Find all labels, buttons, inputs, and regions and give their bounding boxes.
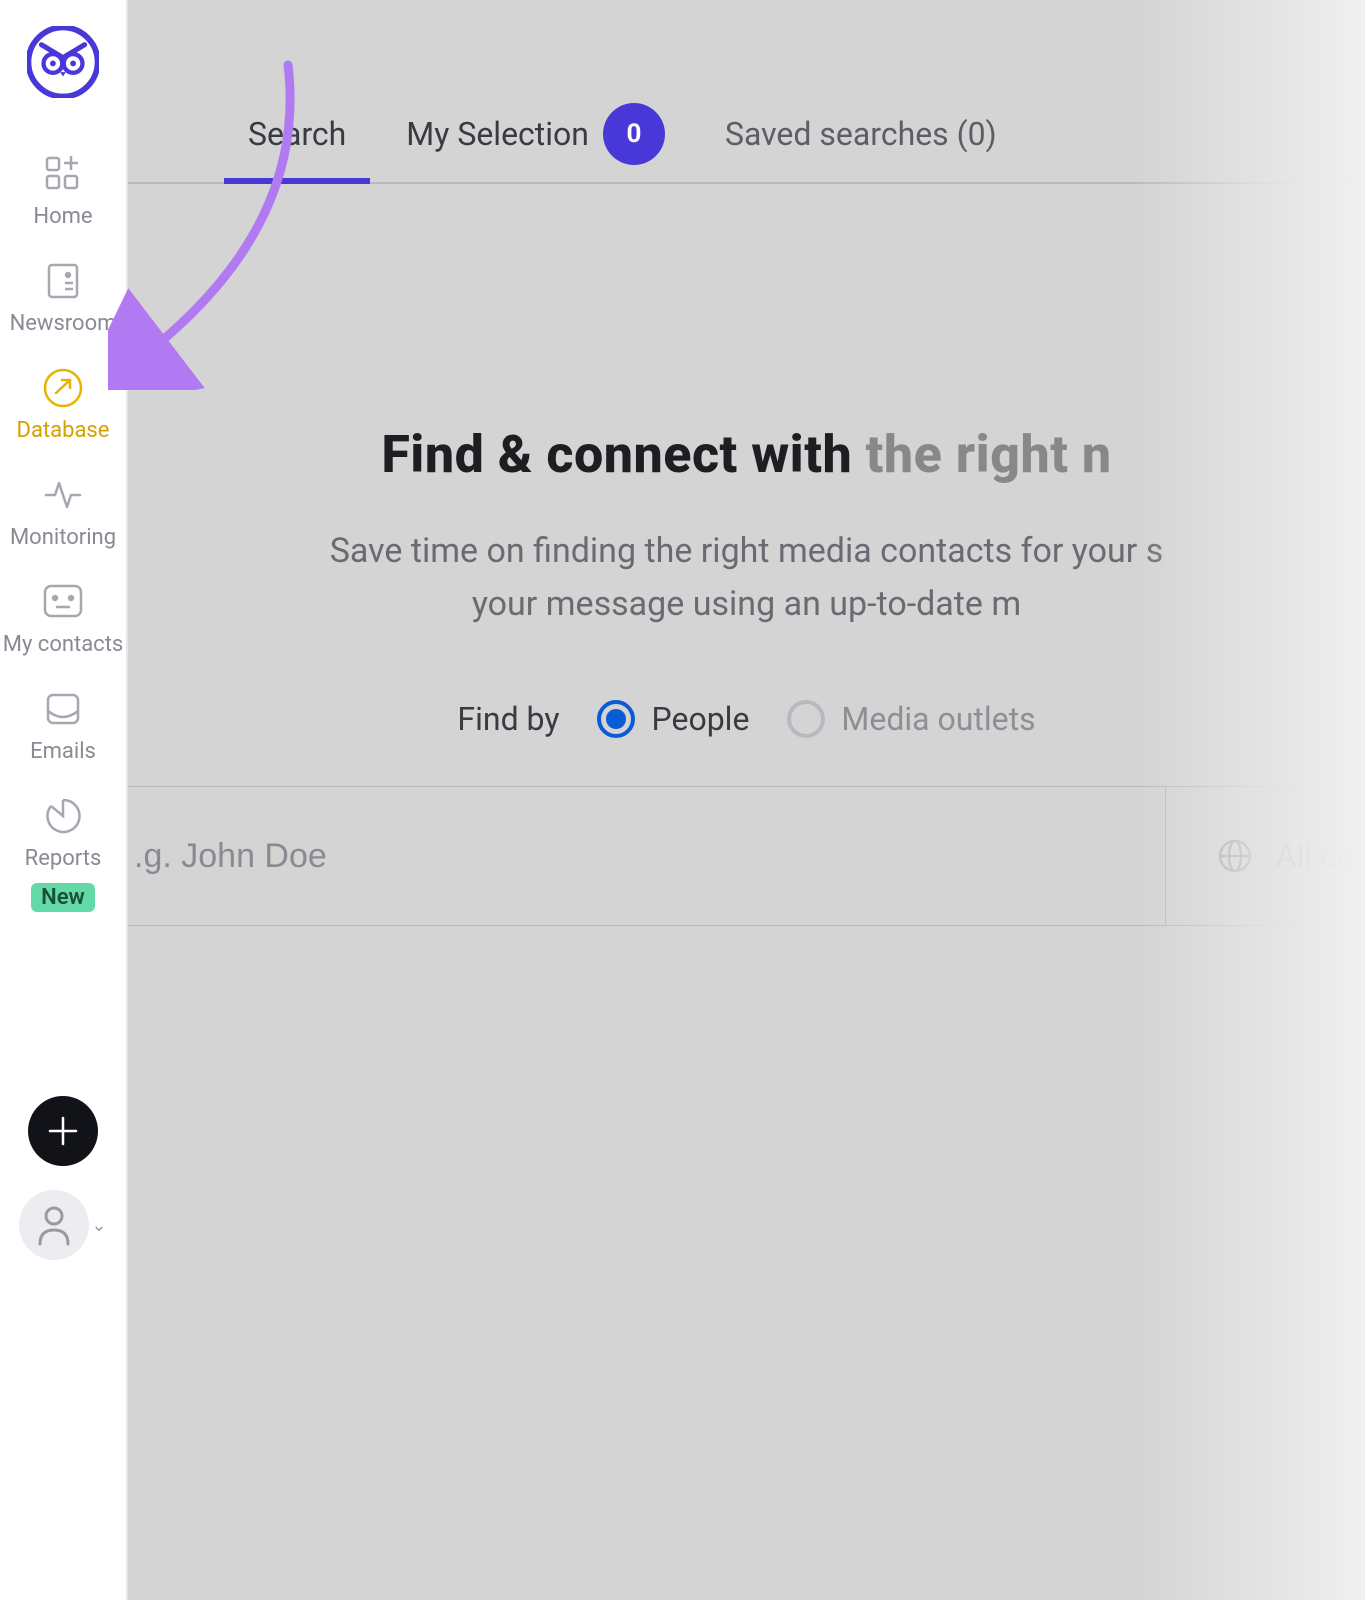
tab-my-selection[interactable]: My Selection 0: [406, 86, 665, 182]
selection-count-badge: 0: [603, 103, 665, 165]
sidebar: Home Newsroom Database Monitorin: [0, 0, 128, 1600]
tab-search[interactable]: Search: [248, 86, 346, 182]
page-title: Find & connect with the right n: [128, 424, 1365, 485]
tab-label: Search: [248, 115, 346, 153]
main-content: Search My Selection 0 Saved searches (0)…: [128, 0, 1365, 1600]
sidebar-item-monitoring[interactable]: Monitoring: [10, 473, 116, 550]
radio-media-outlets[interactable]: Media outlets: [787, 700, 1035, 738]
page-subtitle: Save time on finding the right media con…: [128, 525, 1365, 630]
find-by-label: Find by: [457, 700, 559, 738]
globe-icon: [1216, 837, 1254, 875]
sidebar-item-emails[interactable]: Emails: [30, 687, 96, 764]
sidebar-item-label: Monitoring: [10, 525, 116, 550]
plus-icon: [46, 1114, 80, 1148]
country-label: All co: [1276, 837, 1355, 875]
sidebar-item-reports[interactable]: Reports New: [25, 794, 102, 912]
sidebar-item-database[interactable]: Database: [17, 366, 110, 443]
sidebar-item-my-contacts[interactable]: My contacts: [3, 580, 124, 657]
sidebar-item-label: Emails: [30, 739, 96, 764]
database-icon: [41, 366, 85, 410]
reports-icon: [41, 794, 85, 838]
radio-label: Media outlets: [841, 700, 1035, 738]
tab-label: Saved searches (0): [725, 115, 997, 153]
search-input[interactable]: [128, 787, 1165, 925]
add-button[interactable]: [28, 1096, 98, 1166]
newsroom-icon: [41, 259, 85, 303]
user-menu[interactable]: ⌄: [19, 1190, 106, 1260]
monitoring-icon: [41, 473, 85, 517]
tab-bar: Search My Selection 0 Saved searches (0): [128, 86, 1365, 184]
tab-label: My Selection: [406, 115, 589, 153]
sidebar-item-label: My contacts: [3, 632, 124, 657]
country-selector[interactable]: All co: [1165, 787, 1365, 925]
sidebar-item-newsroom[interactable]: Newsroom: [10, 259, 117, 336]
tab-saved-searches[interactable]: Saved searches (0): [725, 86, 997, 182]
sidebar-item-home[interactable]: Home: [33, 152, 92, 229]
find-by-group: Find by People Media outlets: [128, 700, 1365, 738]
radio-icon: [597, 700, 635, 738]
hero-section: Find & connect with the right n Save tim…: [128, 424, 1365, 630]
emails-icon: [41, 687, 85, 731]
sidebar-item-label: Newsroom: [10, 311, 117, 336]
radio-label: People: [651, 700, 749, 738]
app-logo: [27, 26, 99, 98]
new-badge: New: [31, 883, 95, 912]
radio-icon: [787, 700, 825, 738]
contacts-icon: [41, 580, 85, 624]
sidebar-item-label: Database: [17, 418, 110, 443]
chevron-down-icon: ⌄: [91, 1215, 106, 1236]
radio-people[interactable]: People: [597, 700, 749, 738]
sidebar-item-label: Home: [33, 204, 92, 229]
home-icon: [41, 152, 85, 196]
sidebar-item-label: Reports: [25, 846, 102, 871]
search-row: All co: [128, 786, 1365, 926]
avatar-icon: [19, 1190, 89, 1260]
